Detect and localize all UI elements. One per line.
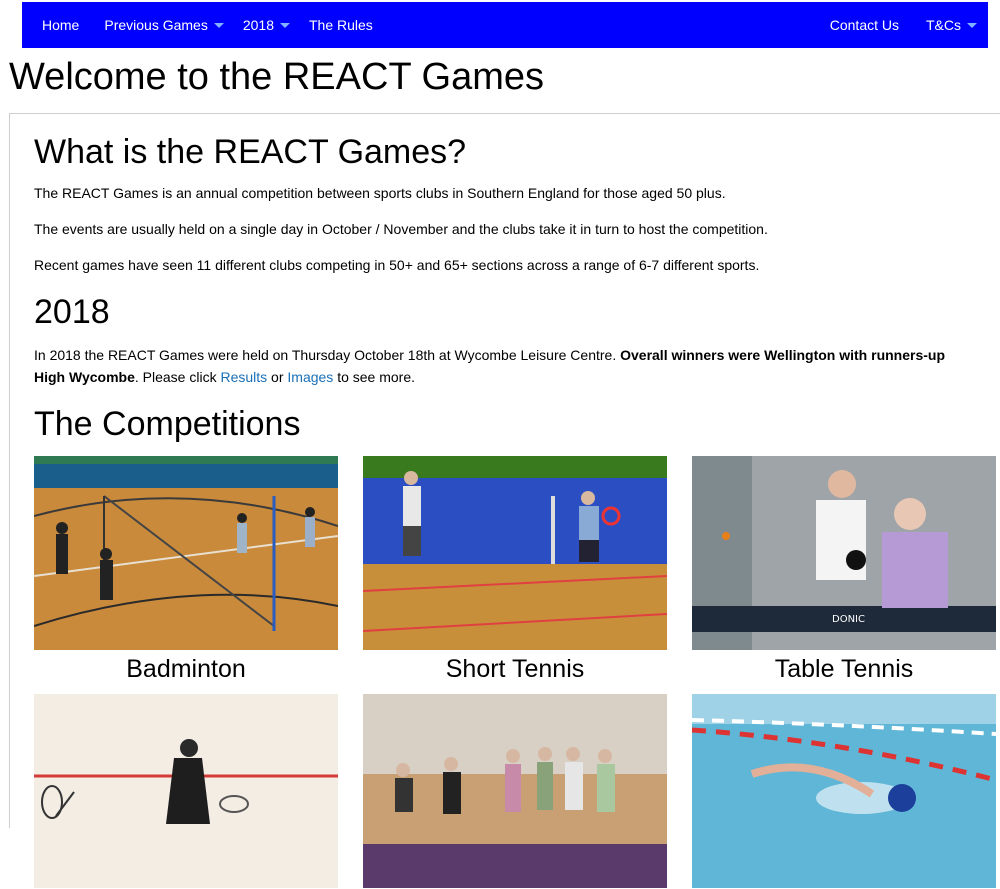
- nav-contact-us-label: Contact Us: [829, 17, 899, 33]
- chevron-down-icon: [967, 22, 977, 28]
- nav-tcs-label: T&Cs: [926, 17, 961, 33]
- squash-photo[interactable]: [34, 694, 338, 888]
- competition-caption[interactable]: Short Tennis: [363, 651, 667, 687]
- year-2018-text: or: [267, 369, 288, 385]
- chevron-down-icon: [280, 22, 290, 28]
- year-2018-text: to see more.: [333, 369, 416, 385]
- nav-the-rules-label: The Rules: [309, 17, 373, 33]
- top-navbar: Home Previous Games 2018 The Rules Conta…: [22, 2, 988, 48]
- competition-tile-swimming[interactable]: [692, 694, 996, 889]
- competition-tile-squash[interactable]: [34, 694, 338, 889]
- about-paragraph-3: Recent games have seen 11 different club…: [34, 257, 760, 273]
- competition-tile-badminton[interactable]: Badminton: [34, 456, 338, 687]
- nav-tcs[interactable]: T&Cs: [926, 2, 977, 48]
- competition-tile-bowls[interactable]: [363, 694, 667, 889]
- bowls-photo[interactable]: [363, 694, 667, 888]
- short-tennis-photo[interactable]: [363, 456, 667, 650]
- competition-tile-short-tennis[interactable]: Short Tennis: [363, 456, 667, 687]
- competition-caption[interactable]: Table Tennis: [692, 651, 996, 687]
- competition-tile-table-tennis[interactable]: DONIC Table Tennis: [692, 456, 996, 687]
- nav-the-rules[interactable]: The Rules: [309, 2, 373, 48]
- page-title: Welcome to the REACT Games: [9, 56, 545, 98]
- chevron-down-icon: [213, 22, 224, 28]
- nav-2018[interactable]: 2018: [243, 2, 290, 48]
- about-paragraph-1: The REACT Games is an annual competition…: [34, 185, 726, 201]
- year-2018-paragraph: In 2018 the REACT Games were held on Thu…: [34, 344, 964, 388]
- main-content: What is the REACT Games? The REACT Games…: [9, 113, 1000, 888]
- competition-caption[interactable]: Badminton: [34, 651, 338, 687]
- nav-previous-games[interactable]: Previous Games: [104, 2, 224, 48]
- year-2018-text: In 2018 the REACT Games were held on Thu…: [34, 347, 621, 363]
- table-tennis-photo[interactable]: DONIC: [692, 456, 996, 650]
- nav-home-label: Home: [42, 17, 80, 33]
- nav-right-group: Contact Us T&Cs: [830, 2, 988, 48]
- badminton-photo[interactable]: [34, 456, 338, 650]
- swimming-photo[interactable]: [692, 694, 996, 888]
- nav-previous-games-label: Previous Games: [104, 17, 208, 33]
- nav-2018-label: 2018: [242, 17, 274, 33]
- year-2018-heading: 2018: [34, 293, 110, 331]
- nav-left-group: Home Previous Games 2018 The Rules: [22, 2, 373, 48]
- about-heading: What is the REACT Games?: [34, 133, 467, 171]
- nav-contact-us[interactable]: Contact Us: [830, 2, 899, 48]
- year-2018-text: . Please click: [134, 369, 221, 385]
- competitions-heading: The Competitions: [34, 405, 301, 443]
- results-link[interactable]: Results: [220, 369, 267, 385]
- svg-text:DONIC: DONIC: [832, 614, 865, 625]
- nav-home[interactable]: Home: [42, 2, 79, 48]
- about-paragraph-2: The events are usually held on a single …: [34, 221, 768, 237]
- images-link[interactable]: Images: [287, 369, 333, 385]
